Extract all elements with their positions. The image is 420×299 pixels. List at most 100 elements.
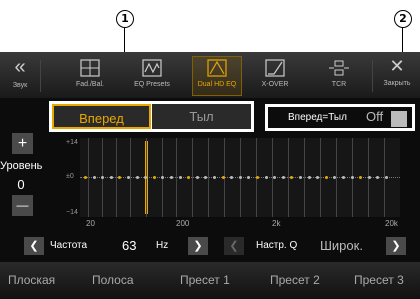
band-dot <box>195 176 199 179</box>
level-label: Уровень <box>0 160 43 172</box>
crossover-icon <box>265 59 285 77</box>
preset-3[interactable]: Пресет 3 <box>354 273 404 287</box>
tab-tcr-label: TCR <box>331 81 347 88</box>
tab-tcr[interactable]: TCR <box>314 52 364 98</box>
band-dot <box>238 176 242 179</box>
grid-line <box>116 138 117 217</box>
band-dot <box>230 176 234 179</box>
freq-label: Частота <box>50 240 88 251</box>
q-label: Настр. Q <box>256 240 298 251</box>
grid-line <box>288 138 289 217</box>
tab-dual-hd-eq[interactable]: Dual HD EQ <box>184 52 250 98</box>
band-dot <box>127 176 130 179</box>
callout-1: 1 <box>116 10 134 28</box>
grid-line <box>88 138 89 217</box>
band-dot <box>247 176 251 179</box>
band-dot <box>264 176 268 179</box>
band-dot <box>342 176 345 179</box>
band-dot <box>178 176 182 179</box>
preset-bar: Плоская Полоса Пресет 1 Пресет 2 Пресет … <box>0 262 420 299</box>
band-dot <box>109 176 113 179</box>
preset-band[interactable]: Полоса <box>92 273 134 287</box>
band-dot <box>92 176 96 179</box>
band-dot <box>187 176 191 179</box>
tab-dual-hd-eq-label: Dual HD EQ <box>197 81 237 88</box>
tab-front[interactable]: Вперед <box>52 104 151 129</box>
tab-fad-bal-label: Fad./Bal. <box>75 81 104 88</box>
back-label: Звук <box>12 82 28 89</box>
front-rear-link-toggle[interactable] <box>391 111 407 127</box>
band-dot <box>307 176 311 179</box>
y-label-zero: ±0 <box>66 173 74 180</box>
band-dot <box>135 176 139 179</box>
tab-eq-presets[interactable]: EQ Presets <box>122 52 182 98</box>
band-dot <box>256 176 259 179</box>
level-value: 0 <box>17 177 25 192</box>
freq-next-button[interactable]: ❯ <box>188 237 208 255</box>
x-label-2k: 2k <box>272 219 281 228</box>
grid-line <box>304 138 305 217</box>
q-prev-button[interactable]: ❮ <box>224 237 244 255</box>
grid-line <box>192 138 193 217</box>
tab-fad-bal[interactable]: Fad./Bal. <box>60 52 120 98</box>
level-plus-button[interactable]: + <box>12 133 33 154</box>
speaker-tab-group: Вперед Тыл <box>49 101 254 132</box>
band-dot <box>101 176 105 179</box>
front-rear-link-label: Вперед=Тыл <box>288 112 347 123</box>
band-dot <box>324 176 328 179</box>
top-toolbar: « Звук Fad./Bal. EQ Presets Dual HD EQ X… <box>0 52 420 98</box>
x-label-20: 20 <box>86 219 95 228</box>
time-correction-icon <box>329 60 349 76</box>
grid-line <box>336 138 337 217</box>
preset-1[interactable]: Пресет 1 <box>180 273 230 287</box>
band-dot <box>273 176 277 179</box>
preset-flat[interactable]: Плоская <box>8 273 55 287</box>
band-dot <box>316 176 320 179</box>
q-value: Широк. <box>320 238 363 253</box>
tab-x-over[interactable]: X-OVER <box>250 52 300 98</box>
tab-x-over-label: X-OVER <box>261 81 289 88</box>
grid-line <box>208 138 209 217</box>
band-dot <box>290 176 294 179</box>
band-dot <box>118 176 122 179</box>
band-dot <box>376 176 380 179</box>
close-label: Закрыть <box>383 80 411 87</box>
x-label-20k: 20k <box>385 219 398 228</box>
callout-2: 2 <box>394 10 412 28</box>
fader-balance-icon <box>80 59 100 77</box>
band-dot <box>84 176 87 179</box>
freq-prev-button[interactable]: ❮ <box>24 237 44 255</box>
x-label-200: 200 <box>176 219 190 228</box>
back-button[interactable]: « Звук <box>0 52 40 98</box>
band-dot <box>350 176 354 179</box>
q-next-button[interactable]: ❯ <box>386 237 406 255</box>
grid-line <box>130 138 131 217</box>
band-dot <box>281 176 285 179</box>
eq-presets-icon <box>142 59 162 77</box>
eq-graph[interactable] <box>80 138 400 217</box>
front-rear-link-value: Off <box>366 109 384 124</box>
dual-hd-eq-icon <box>207 59 227 77</box>
preset-2[interactable]: Пресет 2 <box>270 273 320 287</box>
y-label-bottom: −14 <box>66 209 78 216</box>
tab-rear[interactable]: Тыл <box>152 104 251 129</box>
double-chevron-left-icon: « <box>14 56 26 78</box>
band-dot <box>152 176 156 179</box>
freq-value: 63 <box>122 238 137 253</box>
band-dot <box>161 176 165 179</box>
band-dot <box>299 176 302 179</box>
band-dot <box>221 176 225 179</box>
band-dot <box>359 176 363 179</box>
close-button[interactable]: ✕ Закрыть <box>374 52 420 98</box>
band-dot <box>170 176 173 179</box>
grid-line <box>176 138 177 217</box>
grid-line <box>320 138 321 217</box>
y-label-top: +14 <box>66 139 78 146</box>
band-dot <box>204 176 208 179</box>
band-dot <box>367 176 371 179</box>
freq-unit: Hz <box>156 240 169 251</box>
tab-eq-presets-label: EQ Presets <box>134 81 170 88</box>
band-dot <box>213 176 216 179</box>
band-dot <box>385 176 388 179</box>
level-minus-button[interactable]: — <box>12 195 33 216</box>
